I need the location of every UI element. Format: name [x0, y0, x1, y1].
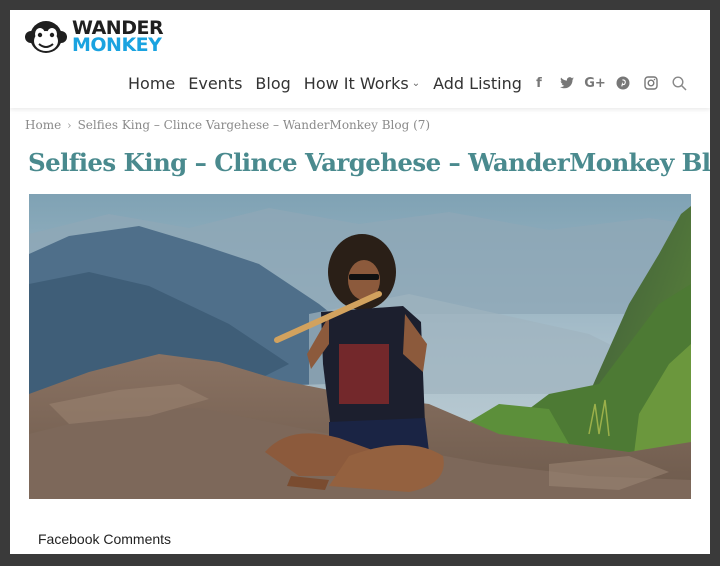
- site-header: WANDER MONKEY Home Events Blog How It Wo…: [10, 10, 710, 108]
- monkey-logo-icon: [25, 21, 67, 53]
- page-title: Selfies King – Clince Vargehese – Wander…: [28, 148, 710, 177]
- chevron-down-icon: ⌄: [411, 78, 421, 89]
- instagram-icon[interactable]: [642, 74, 660, 92]
- facebook-icon[interactable]: f: [530, 74, 548, 92]
- facebook-comments-heading: Facebook Comments: [38, 531, 172, 547]
- featured-image: [29, 194, 691, 499]
- nav-label: Home: [128, 74, 176, 93]
- nav-label: Events: [188, 74, 243, 93]
- nav-label: Add Listing: [433, 74, 522, 93]
- search-icon[interactable]: [670, 74, 688, 92]
- breadcrumb-current: Selfies King – Clince Vargehese – Wander…: [77, 118, 431, 132]
- chevron-right-icon: ›: [67, 118, 72, 132]
- browser-viewport: WANDER MONKEY Home Events Blog How It Wo…: [10, 10, 710, 554]
- google-plus-icon[interactable]: G+: [584, 74, 606, 92]
- nav-item-blog[interactable]: Blog: [255, 74, 290, 93]
- nav-item-home[interactable]: Home: [128, 74, 175, 93]
- breadcrumb: Home › Selfies King – Clince Vargehese –…: [25, 118, 430, 132]
- main-nav: Home Events Blog How It Works ⌄ Add Listi…: [128, 74, 535, 93]
- nav-item-add-listing[interactable]: Add Listing: [433, 74, 522, 93]
- nav-item-events[interactable]: Events: [188, 74, 242, 93]
- nav-label: How It Works: [303, 74, 409, 93]
- social-icons: f G+: [530, 74, 698, 92]
- logo-line2: MONKEY: [72, 34, 162, 56]
- nav-item-how-it-works[interactable]: How It Works ⌄: [304, 74, 420, 93]
- site-logo[interactable]: WANDER MONKEY: [24, 16, 174, 58]
- pinterest-icon[interactable]: [614, 74, 632, 92]
- breadcrumb-home-link[interactable]: Home: [25, 118, 61, 132]
- featured-image-art: [29, 194, 691, 499]
- twitter-icon[interactable]: [558, 74, 576, 92]
- nav-label: Blog: [255, 74, 291, 93]
